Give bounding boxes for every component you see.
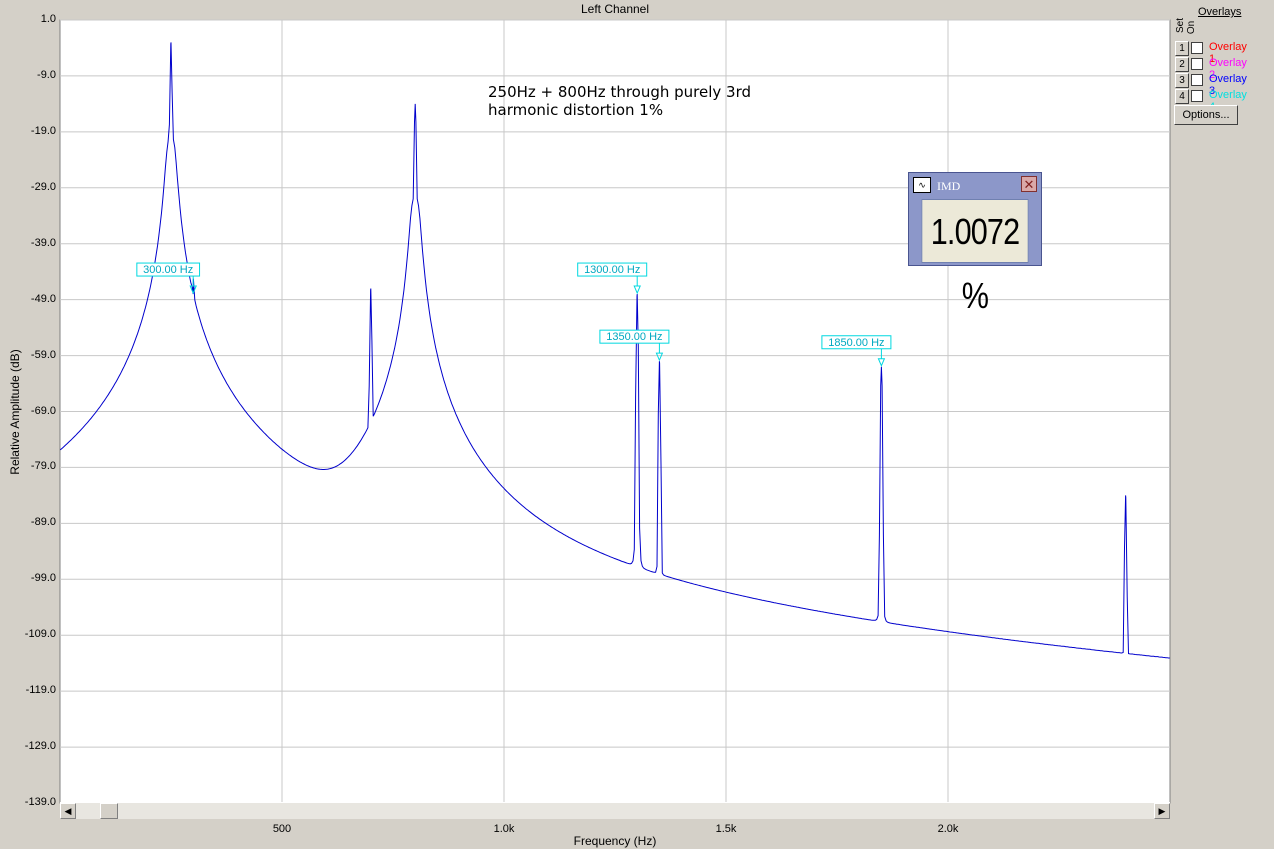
- scroll-left-button[interactable]: ◀: [60, 803, 76, 819]
- y-tick-label: -19.0: [30, 124, 56, 137]
- scroll-thumb[interactable]: [100, 803, 118, 819]
- marker-label: 300.00 Hz: [143, 264, 193, 276]
- annotation-text: 250Hz + 800Hz through purely 3rd: [488, 83, 751, 101]
- horizontal-scrollbar[interactable]: ◀ ▶: [60, 802, 1170, 819]
- imd-title-bar[interactable]: ∿ IMD ✕: [911, 175, 1039, 195]
- on-column-label: On: [1186, 20, 1198, 35]
- y-tick-label: -59.0: [30, 348, 56, 361]
- overlay-on-checkbox[interactable]: [1191, 90, 1203, 102]
- overlay-set-button[interactable]: 2: [1175, 57, 1189, 72]
- y-tick-label: -129.0: [24, 740, 56, 753]
- overlay-on-checkbox[interactable]: [1191, 58, 1203, 70]
- y-tick-label: -119.0: [25, 684, 56, 697]
- x-tick-label: 1.0k: [493, 823, 515, 835]
- y-tick-label: -29.0: [30, 180, 56, 193]
- options-button[interactable]: Options...: [1174, 105, 1238, 125]
- imd-title: IMD: [937, 179, 961, 193]
- close-icon[interactable]: ✕: [1021, 176, 1037, 192]
- y-tick-label: -99.0: [30, 572, 56, 585]
- annotation-text: harmonic distortion 1%: [488, 101, 663, 119]
- y-tick-label: -109.0: [24, 628, 56, 641]
- overlays-heading: Overlays: [1198, 6, 1242, 18]
- marker-label: 1350.00 Hz: [606, 331, 662, 343]
- overlay-set-button[interactable]: 3: [1175, 73, 1189, 88]
- overlay-on-checkbox[interactable]: [1191, 42, 1203, 54]
- overlays-panel: Overlays Set On 1 Overlay 1 2 Overlay 2 …: [1172, 0, 1274, 130]
- overlay-on-checkbox[interactable]: [1191, 74, 1203, 86]
- imd-meter-window[interactable]: ∿ IMD ✕ 1.0072 %: [908, 172, 1042, 316]
- marker-label: 1300.00 Hz: [584, 264, 640, 276]
- x-tick-label: 500: [272, 823, 292, 835]
- overlay-set-button[interactable]: 1: [1175, 41, 1189, 56]
- y-tick-label: -89.0: [30, 516, 56, 529]
- y-tick-label: -139.0: [24, 796, 56, 808]
- imd-value: 1.0072 %: [921, 199, 1029, 316]
- y-tick-label: -49.0: [30, 292, 56, 305]
- marker-label: 1850.00 Hz: [828, 337, 884, 349]
- scroll-right-button[interactable]: ▶: [1154, 803, 1170, 819]
- spectrum-plot[interactable]: 300.00 Hz 1300.00 Hz 1350.00 Hz 1850.00 Hz 2…: [0, 0, 1274, 849]
- y-tick-label: -39.0: [30, 236, 56, 249]
- y-tick-label: -69.0: [30, 404, 56, 417]
- x-tick-label: 1.5k: [715, 823, 737, 835]
- y-tick-label: -9.0: [37, 68, 56, 81]
- y-tick-label: -79.0: [30, 460, 56, 473]
- overlay-set-button[interactable]: 4: [1175, 89, 1189, 104]
- y-tick-label: 1.0: [40, 13, 56, 25]
- waveform-icon: ∿: [913, 177, 931, 193]
- x-axis-label: Frequency (Hz): [573, 834, 657, 848]
- x-tick-label: 2.0k: [937, 823, 959, 835]
- set-column-label: Set: [1175, 17, 1187, 34]
